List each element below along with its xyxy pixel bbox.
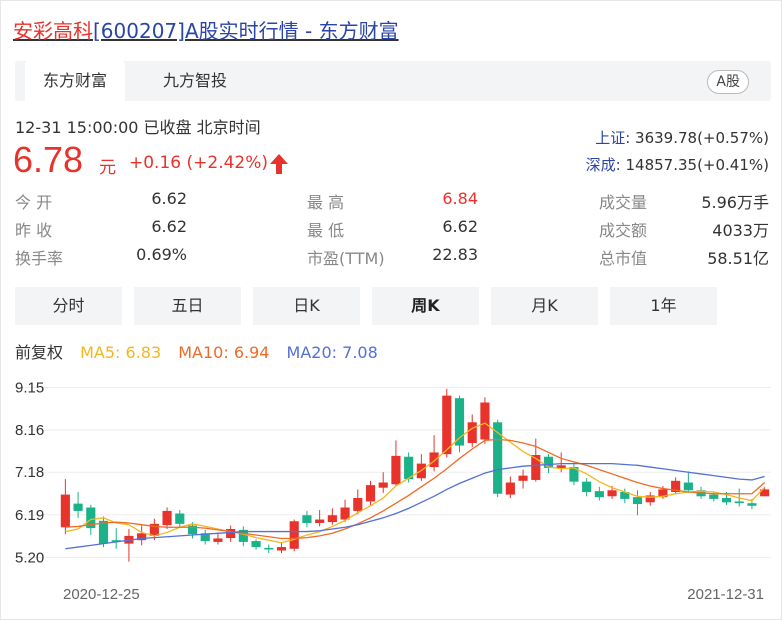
candle-body [709, 494, 719, 499]
candle-body [683, 482, 693, 491]
legend-ma5: MA5: 6.83 [80, 343, 162, 362]
candle-body [378, 482, 388, 488]
index-name: 上证: [595, 129, 631, 147]
y-tick-label: 5.20 [15, 549, 44, 566]
y-tick-label: 7.18 [15, 464, 44, 481]
tab-dongfang[interactable]: 东方财富 [25, 61, 125, 101]
candle-body [353, 498, 363, 511]
candle-body [607, 490, 617, 497]
candle-body [302, 515, 312, 523]
stock-name: 安彩高科 [13, 19, 93, 43]
stat-pe-value: 22.83 [432, 245, 478, 264]
index-value: 3639.78(+0.57%) [635, 129, 769, 147]
up-arrow-icon [270, 154, 288, 174]
stat-pe-label: 市盈(TTM) [307, 249, 385, 268]
stat-marketcap-label: 总市值 [599, 249, 648, 268]
tab-daily-k[interactable]: 日K [253, 287, 360, 325]
tab-weekly-k[interactable]: 周K [372, 287, 479, 325]
candle-body [251, 541, 261, 548]
tab-five-day[interactable]: 五日 [134, 287, 241, 325]
title-rest: [600207]A股实时行情 - 东方财富 [93, 19, 399, 43]
candle-body [429, 452, 439, 468]
ma-line-ma20 [65, 462, 765, 550]
stat-prevclose-label: 昨 收 [15, 221, 53, 240]
x-label-end: 2021-12-31 [687, 586, 764, 603]
legend-ma20: MA20: 7.08 [286, 343, 378, 362]
candle-body [747, 503, 757, 506]
candle-body [365, 485, 376, 502]
tab-monthly-k[interactable]: 月K [491, 287, 598, 325]
adjust-mode[interactable]: 前复权 [15, 343, 63, 362]
candle-body [518, 475, 528, 481]
candle-body [556, 465, 566, 468]
period-tabs: 分时 五日 日K 周K 月K 1年 [15, 287, 720, 325]
candle-body [327, 515, 337, 523]
tab-jiufang[interactable]: 九方智投 [135, 61, 255, 101]
y-tick-label: 6.19 [15, 507, 44, 524]
candle-body [289, 521, 299, 549]
price-change: +0.16 (+2.42%) [129, 153, 269, 173]
source-tabbar: 东方财富 九方智投 A股 [15, 61, 771, 101]
quote-card: 安彩高科[600207]A股实时行情 - 东方财富 东方财富 九方智投 A股 1… [0, 0, 782, 620]
candle-body [391, 455, 401, 485]
price-unit: 元 [99, 158, 116, 178]
candle-body [734, 501, 744, 504]
trade-status: 12-31 15:00:00 已收盘 北京时间 [15, 118, 261, 137]
y-tick-label: 8.16 [15, 422, 44, 439]
ma-legend: 前复权 MA5: 6.83 MA10: 6.94 MA20: 7.08 [15, 339, 390, 363]
stat-open-label: 今 开 [15, 193, 53, 212]
x-label-start: 2020-12-25 [63, 586, 140, 603]
current-price: 6.78 [13, 139, 84, 180]
candle-body [505, 482, 515, 495]
index-shenzhen[interactable]: 深成: 14857.35(+0.41%) [586, 154, 769, 175]
stat-high-label: 最 高 [307, 193, 345, 212]
stat-turnover-rate-value: 0.69% [136, 245, 187, 264]
candle-body [632, 497, 643, 505]
candle-body [480, 402, 490, 440]
stat-volume-value: 5.96万手 [701, 193, 769, 212]
stat-turnover-amount-value: 4033万 [712, 221, 769, 240]
index-name: 深成: [585, 156, 621, 174]
candle-body [543, 456, 554, 468]
stat-open-value: 6.62 [151, 189, 187, 208]
y-tick-label: 9.15 [15, 379, 44, 396]
candle-body [467, 422, 477, 443]
tab-intraday[interactable]: 分时 [15, 287, 122, 325]
stat-turnover-amount-label: 成交额 [599, 221, 648, 240]
market-badge: A股 [707, 70, 749, 94]
index-shanghai[interactable]: 上证: 3639.78(+0.57%) [595, 127, 769, 148]
weekly-k-chart[interactable]: 9.15 8.16 7.18 6.19 5.20 2020-12-25 2021-12-31 [1, 371, 782, 620]
stat-turnover-rate-label: 换手率 [15, 249, 64, 268]
stat-volume-label: 成交量 [599, 193, 648, 212]
candle-body [594, 491, 604, 498]
candle-body [582, 481, 592, 492]
stat-marketcap-value: 58.51亿 [707, 249, 769, 268]
candle-body [264, 547, 274, 550]
stat-low-value: 6.62 [442, 217, 478, 236]
candle-body [73, 503, 83, 511]
candle-body [98, 520, 109, 544]
candle-body [315, 519, 325, 523]
stat-prevclose-value: 6.62 [151, 217, 187, 236]
candle-body [175, 513, 185, 524]
candle-body [60, 494, 70, 528]
stat-high-value: 6.84 [442, 189, 478, 208]
stat-low-label: 最 低 [307, 221, 345, 240]
candle-body [442, 395, 452, 455]
candle-body [276, 547, 287, 551]
candle-body [721, 498, 732, 503]
legend-ma10: MA10: 6.94 [178, 343, 270, 362]
candle-body [213, 538, 223, 542]
index-value: 14857.35(+0.41%) [625, 156, 770, 174]
candle-body [162, 510, 172, 526]
tab-one-year[interactable]: 1年 [610, 287, 717, 325]
page-title-link[interactable]: 安彩高科[600207]A股实时行情 - 东方财富 [13, 15, 399, 44]
